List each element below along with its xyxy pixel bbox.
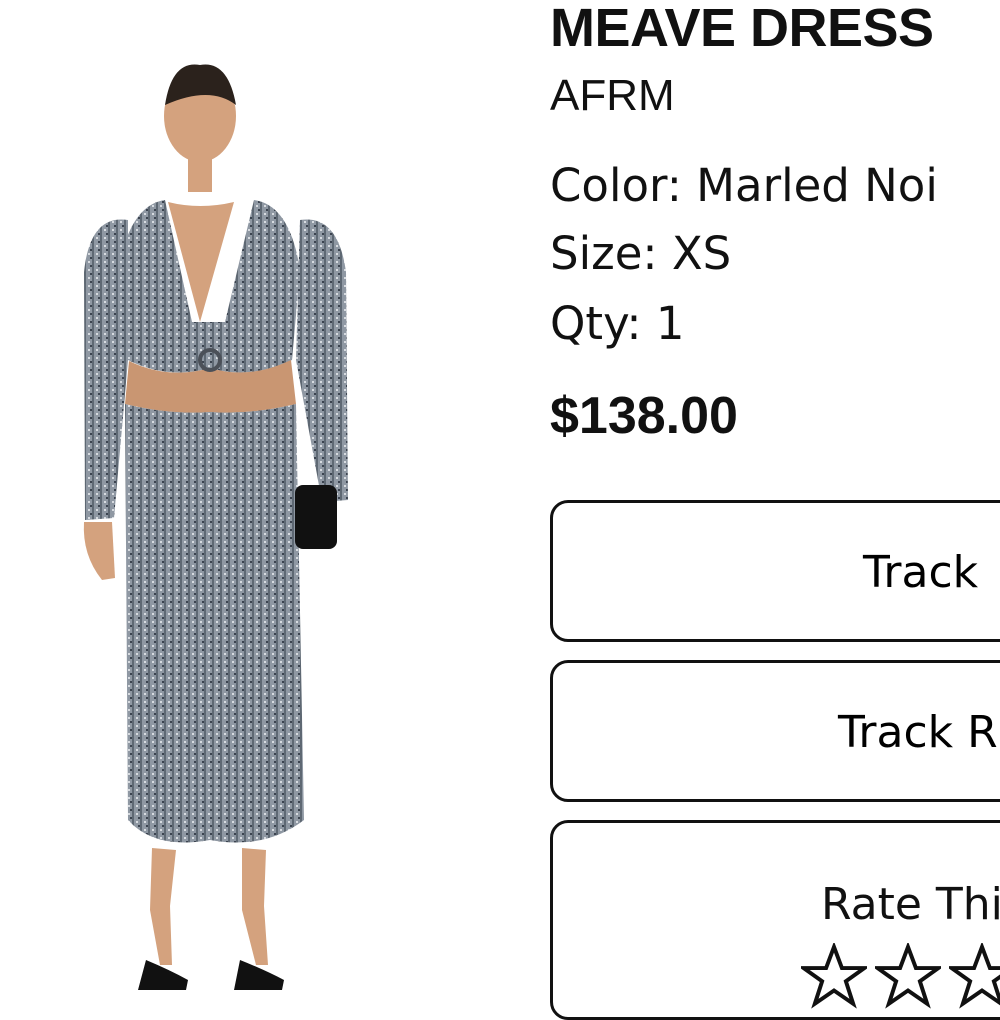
track-return-label: Track R: [838, 707, 998, 758]
track-order-button[interactable]: Track: [550, 500, 1000, 642]
product-price: $138.00: [550, 387, 738, 445]
rate-item-label: Rate Thi: [821, 879, 1000, 930]
product-image: [60, 60, 370, 990]
product-color: Color: Marled Noi: [550, 159, 938, 212]
star-icon[interactable]: [949, 943, 1000, 1009]
brand-name: AFRM: [550, 71, 675, 120]
star-icon[interactable]: [801, 943, 867, 1009]
star-icon[interactable]: [875, 943, 941, 1009]
product-info-panel: MEAVE DRESS AFRM Color: Marled Noi Size:…: [550, 0, 1000, 1020]
track-order-label: Track: [863, 547, 979, 598]
product-quantity: Qty: 1: [550, 297, 685, 350]
rate-item-panel: Rate Thi: [550, 820, 1000, 1020]
product-size: Size: XS: [550, 227, 732, 280]
track-return-button[interactable]: Track R: [550, 660, 1000, 802]
rating-stars[interactable]: [801, 943, 1000, 1009]
product-title: MEAVE DRESS: [550, 0, 934, 58]
